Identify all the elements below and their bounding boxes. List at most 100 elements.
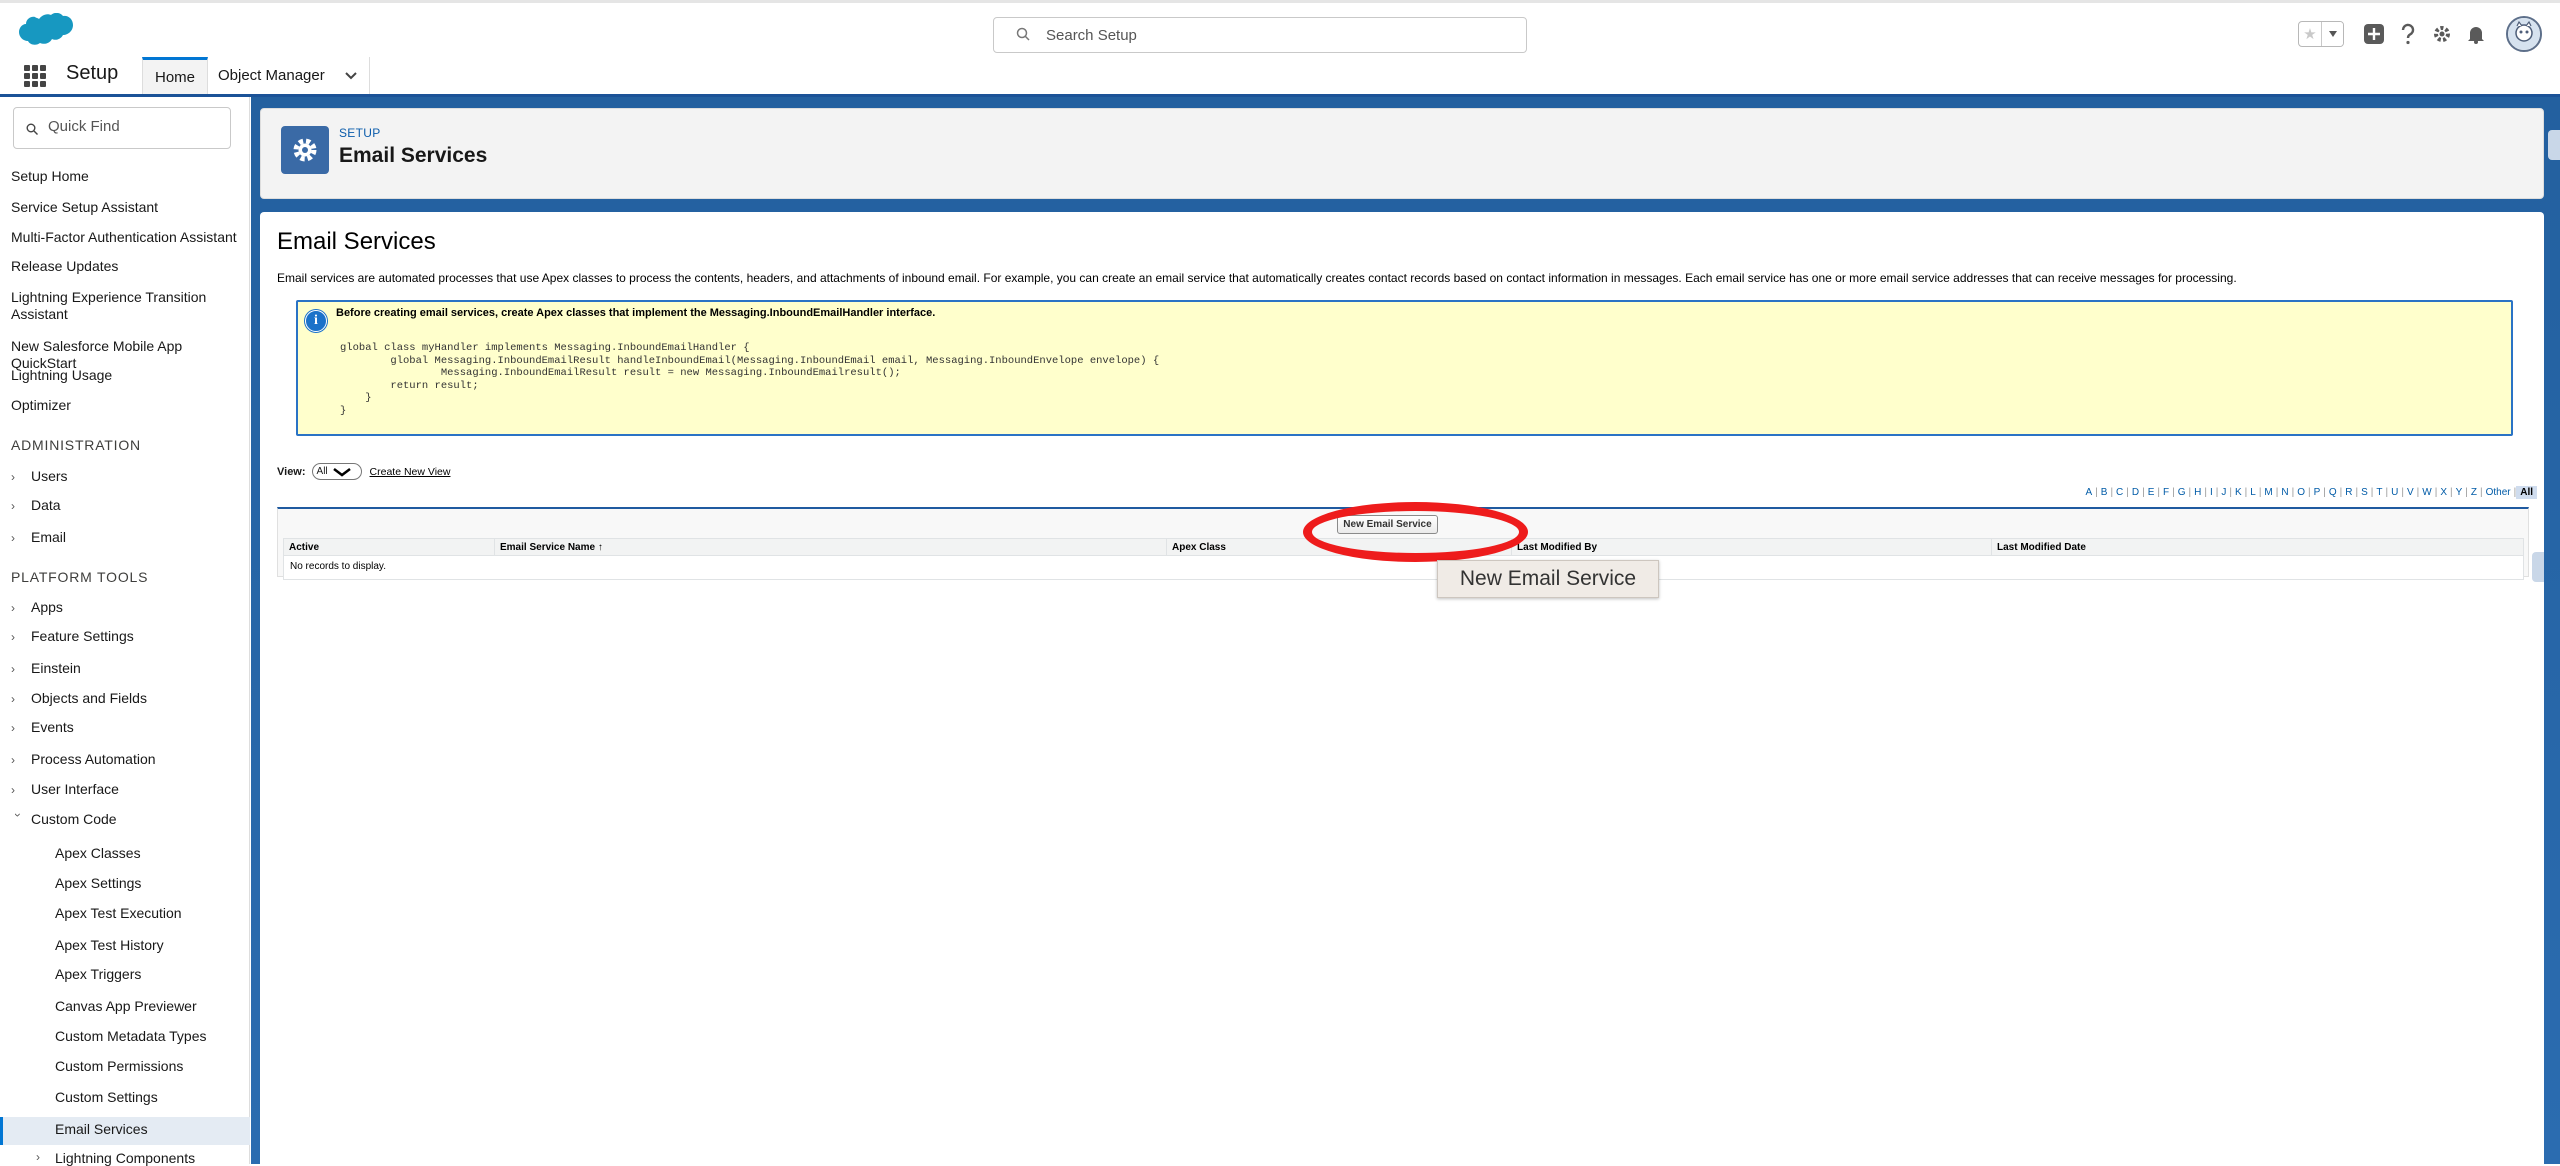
- sidebar-heading-platform-tools: PLATFORM TOOLS: [11, 569, 149, 585]
- sidebar-item-einstein[interactable]: › Einstein: [11, 660, 81, 676]
- sidebar-item-custom-metadata-types[interactable]: Custom Metadata Types: [55, 1028, 206, 1044]
- side-panel-handle[interactable]: [2532, 552, 2544, 582]
- alpha-filter-e[interactable]: E: [2145, 487, 2158, 498]
- sidebar-item-custom-permissions[interactable]: Custom Permissions: [55, 1058, 183, 1074]
- favorites-dropdown-icon[interactable]: [2321, 22, 2343, 46]
- code-sample: global class myHandler implements Messag…: [340, 342, 1160, 417]
- alpha-filter-w[interactable]: W: [2419, 487, 2434, 498]
- sidebar-item-email[interactable]: › Email: [11, 529, 66, 545]
- chevron-down-icon[interactable]: [345, 71, 357, 80]
- tab-home[interactable]: Home: [142, 57, 209, 94]
- sidebar-item-setup-home[interactable]: Setup Home: [11, 168, 246, 185]
- sidebar-item-lightning-usage[interactable]: Lightning Usage: [11, 367, 246, 384]
- sidebar-item-custom-settings[interactable]: Custom Settings: [55, 1089, 158, 1105]
- sidebar-item-apex-triggers[interactable]: Apex Triggers: [55, 966, 141, 982]
- sidebar-item-user-interface[interactable]: › User Interface: [11, 781, 119, 797]
- alpha-filter-v[interactable]: V: [2404, 487, 2417, 498]
- search-input[interactable]: [1046, 24, 1506, 46]
- alpha-filter-all[interactable]: All: [2516, 486, 2537, 499]
- sidebar-item-email-services[interactable]: Email Services: [55, 1121, 148, 1137]
- app-name: Setup: [66, 62, 119, 84]
- create-new-view-link[interactable]: Create New View: [370, 466, 451, 478]
- view-label: View:: [277, 465, 306, 478]
- breadcrumb[interactable]: SETUP: [339, 126, 381, 140]
- alpha-filter-u[interactable]: U: [2388, 487, 2401, 498]
- alpha-filter-y[interactable]: Y: [2453, 487, 2466, 498]
- chevron-right-icon: ›: [11, 601, 15, 615]
- sidebar-item-label: Process Automation: [31, 751, 156, 767]
- sidebar-item-lightning-transition[interactable]: Lightning Experience Transition Assistan…: [11, 289, 216, 323]
- alpha-filter-k[interactable]: K: [2232, 487, 2245, 498]
- alpha-filter-c[interactable]: C: [2113, 487, 2126, 498]
- alpha-filter-i[interactable]: I: [2207, 487, 2216, 498]
- content-heading: Email Services: [277, 228, 436, 255]
- salesforce-logo[interactable]: [14, 13, 76, 55]
- sidebar-item-canvas-app-previewer[interactable]: Canvas App Previewer: [55, 998, 197, 1014]
- column-header-last-modified-by[interactable]: Last Modified By: [1512, 539, 1992, 555]
- alpha-filter-j[interactable]: J: [2218, 487, 2229, 498]
- alpha-filter-l[interactable]: L: [2247, 487, 2259, 498]
- chevron-right-icon: ›: [11, 499, 15, 513]
- sidebar-item-label: Apps: [31, 599, 63, 615]
- sidebar-item-label: Events: [31, 719, 74, 735]
- sidebar-item-apex-test-execution[interactable]: Apex Test Execution: [55, 905, 182, 921]
- sidebar-item-optimizer[interactable]: Optimizer: [11, 397, 246, 414]
- alpha-filter-x[interactable]: X: [2437, 487, 2450, 498]
- column-header-active[interactable]: Active: [284, 539, 495, 555]
- tab-home-label: Home: [155, 68, 196, 86]
- notifications-bell-icon[interactable]: [2460, 18, 2492, 50]
- alpha-filter-s[interactable]: S: [2358, 487, 2371, 498]
- search-setup-box[interactable]: [993, 17, 1527, 53]
- alpha-filter-other[interactable]: Other: [2483, 487, 2514, 498]
- sidebar-item-custom-code[interactable]: › Custom Code: [11, 811, 117, 827]
- column-header-email-service-name[interactable]: Email Service Name ↑: [495, 539, 1167, 555]
- sidebar-item-apex-settings[interactable]: Apex Settings: [55, 875, 141, 891]
- alpha-filter-r[interactable]: R: [2342, 487, 2355, 498]
- sidebar-item-apex-classes[interactable]: Apex Classes: [55, 845, 141, 861]
- alpha-filter-a[interactable]: A: [2082, 487, 2095, 498]
- column-header-last-modified-date[interactable]: Last Modified Date: [1992, 539, 2523, 555]
- sidebar-item-objects-and-fields[interactable]: › Objects and Fields: [11, 690, 147, 706]
- tab-object-manager-label: Object Manager: [218, 67, 325, 84]
- sidebar-item-events[interactable]: › Events: [11, 719, 74, 735]
- sidebar-item-apex-test-history[interactable]: Apex Test History: [55, 937, 164, 953]
- sidebar-item-service-setup-assistant[interactable]: Service Setup Assistant: [11, 199, 246, 216]
- view-select-value: All: [316, 466, 328, 477]
- sidebar-item-release-updates[interactable]: Release Updates: [11, 258, 246, 275]
- alpha-filter-f[interactable]: F: [2160, 487, 2172, 498]
- sidebar-item-label: Einstein: [31, 660, 81, 676]
- alpha-filter-g[interactable]: G: [2175, 487, 2189, 498]
- alpha-filter-m[interactable]: M: [2261, 487, 2275, 498]
- sidebar-item-users[interactable]: › Users: [11, 468, 68, 484]
- app-launcher-icon[interactable]: [24, 65, 46, 87]
- alpha-filter-n[interactable]: N: [2278, 487, 2291, 498]
- view-select[interactable]: All: [311, 463, 362, 480]
- side-panel-handle[interactable]: [2548, 130, 2560, 160]
- setup-gear-icon[interactable]: [2426, 18, 2458, 50]
- alpha-filter-o[interactable]: O: [2294, 487, 2308, 498]
- quick-find-input[interactable]: [48, 118, 218, 135]
- alpha-filter-z[interactable]: Z: [2468, 487, 2480, 498]
- user-avatar[interactable]: [2506, 16, 2542, 52]
- sidebar-item-label: Email: [31, 529, 67, 545]
- sidebar-item-feature-settings[interactable]: › Feature Settings: [11, 628, 134, 644]
- sidebar-item-apps[interactable]: › Apps: [11, 599, 63, 615]
- alpha-filter-q[interactable]: Q: [2326, 487, 2340, 498]
- alpha-filter-b[interactable]: B: [2098, 487, 2111, 498]
- content-panel: Email Services Email services are automa…: [260, 212, 2544, 1164]
- quick-find-box[interactable]: [13, 107, 231, 149]
- tab-object-manager[interactable]: Object Manager: [206, 57, 370, 94]
- alpha-filter-d[interactable]: D: [2129, 487, 2142, 498]
- global-actions-icon[interactable]: [2358, 18, 2390, 50]
- help-icon[interactable]: [2392, 18, 2424, 50]
- page-title: Email Services: [339, 144, 488, 167]
- alpha-filter-t[interactable]: T: [2373, 487, 2385, 498]
- sidebar-item-process-automation[interactable]: › Process Automation: [11, 751, 156, 767]
- chevron-right-icon: ›: [11, 692, 15, 706]
- favorites-star-icon[interactable]: ★: [2299, 22, 2321, 46]
- alpha-filter-h[interactable]: H: [2191, 487, 2204, 498]
- alpha-filter-p[interactable]: P: [2311, 487, 2324, 498]
- button-tooltip: New Email Service: [1437, 560, 1659, 598]
- sidebar-item-mfa-assistant[interactable]: Multi-Factor Authentication Assistant: [11, 229, 246, 246]
- sidebar-item-data[interactable]: › Data: [11, 497, 61, 513]
